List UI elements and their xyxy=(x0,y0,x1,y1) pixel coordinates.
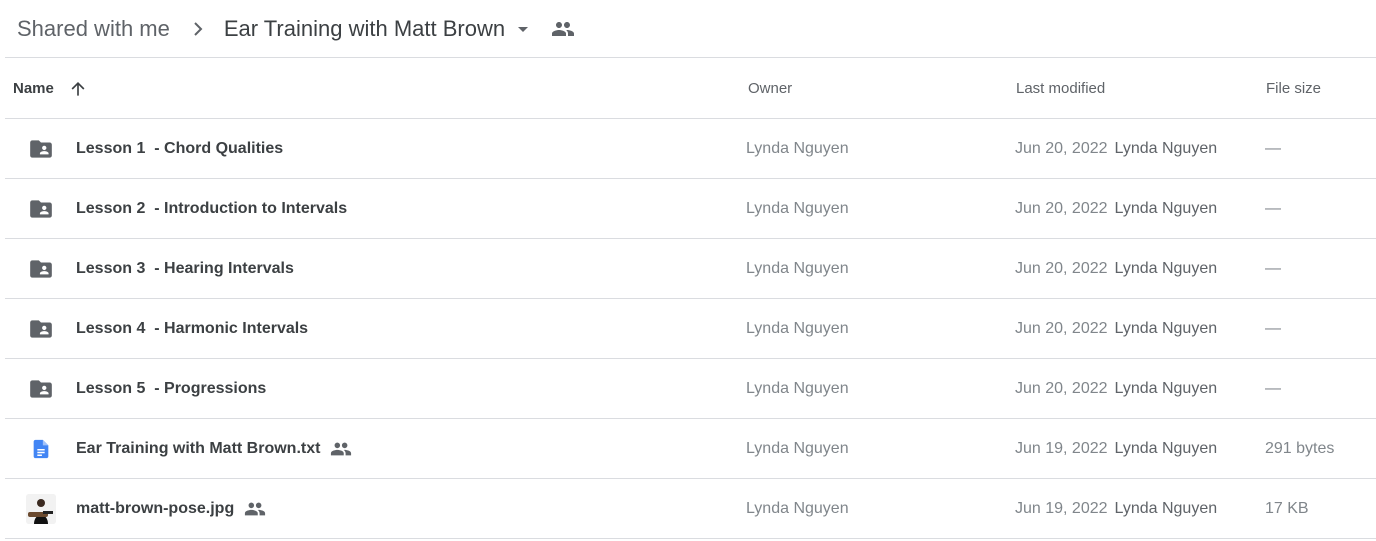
file-size: 291 bytes xyxy=(1265,439,1335,457)
table-row[interactable]: matt-brown-pose.jpg Lynda Nguyen Jun 19, 2… xyxy=(5,479,1376,539)
last-modified: Jun 20, 2022 Lynda Nguyen xyxy=(1015,359,1217,418)
breadcrumb: Shared with me Ear Training with Matt Br… xyxy=(0,0,1376,57)
table-row[interactable]: Ear Training with Matt Brown.txt Lynda Ng… xyxy=(5,419,1376,479)
file-list-header: Name Owner Last modified File size xyxy=(5,58,1376,119)
people-icon xyxy=(551,17,575,41)
file-size: — xyxy=(1265,319,1281,337)
people-icon xyxy=(244,498,266,520)
table-row[interactable]: Lesson 2 - Introduction to Intervals Lynd… xyxy=(5,179,1376,239)
table-row[interactable]: Lesson 1 - Chord Qualities Lynda Nguyen Ju… xyxy=(5,119,1376,179)
file-name-label: matt-brown-pose.jpg xyxy=(76,499,235,517)
file-size: — xyxy=(1265,379,1281,397)
modified-by: Lynda Nguyen xyxy=(1114,319,1218,337)
file-name-label: Lesson 5 - Progressions xyxy=(76,379,267,397)
owner: Lynda Nguyen xyxy=(746,199,849,217)
file-name: Ear Training with Matt Brown.txt xyxy=(76,419,352,478)
file-name-label: Lesson 4 - Harmonic Intervals xyxy=(76,319,309,337)
modified-by: Lynda Nguyen xyxy=(1114,259,1218,277)
column-header-file-size[interactable]: File size xyxy=(1266,58,1321,119)
shared-folder-icon xyxy=(26,239,56,298)
file-size: — xyxy=(1265,139,1281,157)
shared-folder-icon xyxy=(26,179,56,238)
column-header-last-modified[interactable]: Last modified xyxy=(1016,58,1105,119)
last-modified: Jun 20, 2022 Lynda Nguyen xyxy=(1015,299,1217,358)
file-name: Lesson 2 - Introduction to Intervals xyxy=(76,179,347,238)
modified-by: Lynda Nguyen xyxy=(1114,199,1218,217)
file-size: 17 KB xyxy=(1265,499,1309,517)
shared-folder-icon xyxy=(26,119,56,178)
modified-date: Jun 19, 2022 xyxy=(1015,439,1108,457)
last-modified: Jun 19, 2022 Lynda Nguyen xyxy=(1015,479,1217,538)
last-modified: Jun 19, 2022 Lynda Nguyen xyxy=(1015,419,1217,478)
document-icon xyxy=(26,419,56,478)
people-icon xyxy=(330,438,352,460)
file-name: Lesson 4 - Harmonic Intervals xyxy=(76,299,308,358)
modified-by: Lynda Nguyen xyxy=(1114,499,1218,517)
modified-by: Lynda Nguyen xyxy=(1114,379,1218,397)
file-name: Lesson 3 - Hearing Intervals xyxy=(76,239,294,298)
breadcrumb-current-folder[interactable]: Ear Training with Matt Brown xyxy=(224,16,505,42)
file-name: matt-brown-pose.jpg xyxy=(76,479,266,538)
arrow-up-icon[interactable] xyxy=(68,79,88,99)
file-name-label: Lesson 2 - Introduction to Intervals xyxy=(76,199,348,217)
modified-date: Jun 20, 2022 xyxy=(1015,139,1108,157)
owner: Lynda Nguyen xyxy=(746,259,849,277)
last-modified: Jun 20, 2022 Lynda Nguyen xyxy=(1015,119,1217,178)
modified-date: Jun 20, 2022 xyxy=(1015,199,1108,217)
owner: Lynda Nguyen xyxy=(746,139,849,157)
shared-folder-icon xyxy=(26,359,56,418)
table-row[interactable]: Lesson 3 - Hearing Intervals Lynda Nguyen… xyxy=(5,239,1376,299)
file-size: — xyxy=(1265,199,1281,217)
breadcrumb-shared-with-me[interactable]: Shared with me xyxy=(17,16,170,42)
column-name-label: Name xyxy=(13,80,54,97)
owner: Lynda Nguyen xyxy=(746,499,849,517)
owner: Lynda Nguyen xyxy=(746,319,849,337)
column-header-name[interactable]: Name xyxy=(13,58,88,119)
file-name-label: Ear Training with Matt Brown.txt xyxy=(76,439,321,457)
file-name-label: Lesson 3 - Hearing Intervals xyxy=(76,259,294,277)
file-name: Lesson 1 - Chord Qualities xyxy=(76,119,283,178)
file-size: — xyxy=(1265,259,1281,277)
file-name-label: Lesson 1 - Chord Qualities xyxy=(76,139,284,157)
owner: Lynda Nguyen xyxy=(746,379,849,397)
table-row[interactable]: Lesson 5 - Progressions Lynda Nguyen Jun 2… xyxy=(5,359,1376,419)
shared-folder-icon xyxy=(26,299,56,358)
modified-by: Lynda Nguyen xyxy=(1114,439,1218,457)
owner: Lynda Nguyen xyxy=(746,439,849,457)
image-thumbnail xyxy=(26,479,56,538)
caret-down-icon[interactable] xyxy=(511,17,535,41)
modified-date: Jun 20, 2022 xyxy=(1015,379,1108,397)
column-header-owner[interactable]: Owner xyxy=(748,58,792,119)
last-modified: Jun 20, 2022 Lynda Nguyen xyxy=(1015,239,1217,298)
modified-by: Lynda Nguyen xyxy=(1114,139,1218,157)
file-name: Lesson 5 - Progressions xyxy=(76,359,266,418)
last-modified: Jun 20, 2022 Lynda Nguyen xyxy=(1015,179,1217,238)
modified-date: Jun 19, 2022 xyxy=(1015,499,1108,517)
file-list: Name Owner Last modified File size Lesso… xyxy=(5,58,1376,539)
table-row[interactable]: Lesson 4 - Harmonic Intervals Lynda Nguye… xyxy=(5,299,1376,359)
modified-date: Jun 20, 2022 xyxy=(1015,319,1108,337)
modified-date: Jun 20, 2022 xyxy=(1015,259,1108,277)
chevron-right-icon xyxy=(186,17,210,41)
